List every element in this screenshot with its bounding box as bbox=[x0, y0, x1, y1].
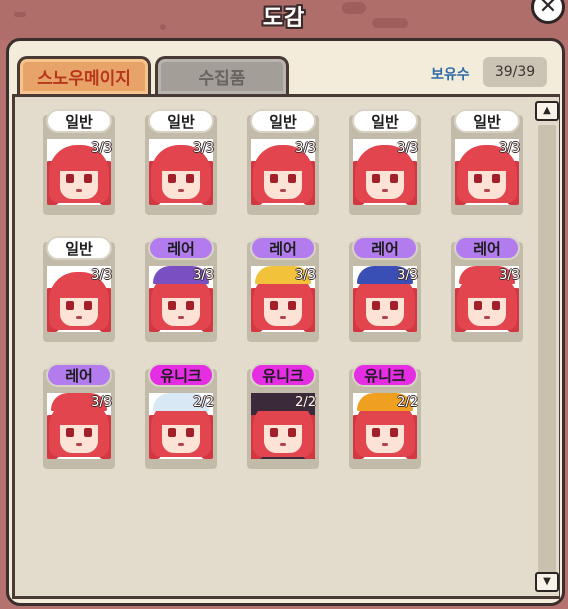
owned-count-label: 3/3 bbox=[295, 141, 316, 156]
rarity-badge: 유니크 bbox=[352, 363, 418, 387]
mouth bbox=[178, 316, 184, 319]
tab-snow-mage[interactable]: 스노우메이지 bbox=[17, 56, 151, 94]
tab-collectibles[interactable]: 수집품 bbox=[155, 56, 289, 94]
eye bbox=[390, 174, 398, 183]
item-grid-area[interactable]: 일반 3/3 일반 3/3 일반 3/3 일반 3/3 일반 3/3 일반 3/… bbox=[12, 94, 560, 599]
collection-card[interactable]: 레어 3/3 bbox=[42, 363, 116, 469]
rarity-badge: 레어 bbox=[352, 236, 418, 260]
mouth bbox=[280, 316, 286, 319]
owned-count-label: 2/2 bbox=[193, 395, 214, 410]
mouth bbox=[76, 189, 82, 192]
mouth bbox=[76, 443, 82, 446]
eye bbox=[186, 174, 194, 183]
rarity-badge: 일반 bbox=[148, 109, 214, 133]
eye bbox=[390, 301, 398, 310]
collection-card[interactable]: 유니크 2/2 bbox=[144, 363, 218, 469]
eye bbox=[288, 428, 296, 437]
eye bbox=[84, 301, 92, 310]
collection-card[interactable]: 일반 3/3 bbox=[42, 236, 116, 342]
owned-count-label: 3/3 bbox=[193, 268, 214, 283]
eye bbox=[492, 301, 500, 310]
mouth bbox=[178, 443, 184, 446]
owned-count-label: 3/3 bbox=[91, 395, 112, 410]
collection-card[interactable]: 레어 3/3 bbox=[144, 236, 218, 342]
mouth bbox=[178, 189, 184, 192]
eye bbox=[168, 428, 176, 437]
mouth bbox=[382, 316, 388, 319]
eye bbox=[270, 428, 278, 437]
eye bbox=[492, 174, 500, 183]
eye bbox=[168, 301, 176, 310]
scroll-down-button[interactable]: ▼ bbox=[535, 572, 559, 592]
collection-card[interactable]: 레어 3/3 bbox=[348, 236, 422, 342]
collection-card[interactable]: 유니크 2/2 bbox=[246, 363, 320, 469]
rarity-badge: 일반 bbox=[250, 109, 316, 133]
eye bbox=[270, 174, 278, 183]
collection-card[interactable]: 일반 3/3 bbox=[246, 109, 320, 215]
window-title: 도감 bbox=[262, 6, 306, 31]
rarity-badge: 레어 bbox=[250, 236, 316, 260]
eye bbox=[186, 428, 194, 437]
mouth bbox=[280, 189, 286, 192]
collection-card[interactable]: 일반 3/3 bbox=[144, 109, 218, 215]
collection-card[interactable]: 레어 3/3 bbox=[450, 236, 524, 342]
eye bbox=[474, 174, 482, 183]
eye bbox=[288, 174, 296, 183]
mouth bbox=[382, 443, 388, 446]
eye bbox=[84, 428, 92, 437]
rarity-badge: 일반 bbox=[352, 109, 418, 133]
owned-count: 39/39 bbox=[483, 57, 547, 87]
eye bbox=[168, 174, 176, 183]
owned-count-label: 3/3 bbox=[397, 268, 418, 283]
collection-panel: 스노우메이지 수집품 보유수 39/39 일반 3/3 일반 3/3 일반 3/… bbox=[6, 38, 565, 606]
collection-card[interactable]: 일반 3/3 bbox=[450, 109, 524, 215]
scroll-up-button[interactable]: ▲ bbox=[535, 101, 559, 121]
eye bbox=[372, 301, 380, 310]
eye bbox=[66, 301, 74, 310]
mouth bbox=[484, 316, 490, 319]
rarity-badge: 유니크 bbox=[250, 363, 316, 387]
collection-card[interactable]: 유니크 2/2 bbox=[348, 363, 422, 469]
arrow-down-icon: ▼ bbox=[543, 576, 551, 587]
eye bbox=[66, 174, 74, 183]
eye bbox=[390, 428, 398, 437]
owned-count-label: 3/3 bbox=[499, 268, 520, 283]
rarity-badge: 일반 bbox=[46, 236, 112, 260]
owned-count-label: 2/2 bbox=[295, 395, 316, 410]
rarity-badge: 일반 bbox=[46, 109, 112, 133]
owned-count-label: 3/3 bbox=[91, 141, 112, 156]
owned-label: 보유수 bbox=[431, 67, 470, 83]
rarity-badge: 일반 bbox=[454, 109, 520, 133]
arrow-up-icon: ▲ bbox=[543, 105, 551, 116]
owned-count-label: 3/3 bbox=[499, 141, 520, 156]
mouth bbox=[484, 189, 490, 192]
rarity-badge: 레어 bbox=[454, 236, 520, 260]
eye bbox=[186, 301, 194, 310]
rarity-badge: 레어 bbox=[148, 236, 214, 260]
eye bbox=[372, 174, 380, 183]
mouth bbox=[76, 316, 82, 319]
collection-card[interactable]: 일반 3/3 bbox=[42, 109, 116, 215]
rarity-badge: 유니크 bbox=[148, 363, 214, 387]
eye bbox=[474, 301, 482, 310]
eye bbox=[84, 174, 92, 183]
collection-card[interactable]: 일반 3/3 bbox=[348, 109, 422, 215]
eye bbox=[372, 428, 380, 437]
owned-count-label: 3/3 bbox=[295, 268, 316, 283]
mouth bbox=[382, 189, 388, 192]
eye bbox=[270, 301, 278, 310]
owned-count-label: 2/2 bbox=[397, 395, 418, 410]
owned-count-label: 3/3 bbox=[397, 141, 418, 156]
scrollbar-thumb[interactable] bbox=[538, 125, 556, 575]
owned-count-label: 3/3 bbox=[193, 141, 214, 156]
owned-count-label: 3/3 bbox=[91, 268, 112, 283]
collection-card[interactable]: 레어 3/3 bbox=[246, 236, 320, 342]
mouth bbox=[280, 443, 286, 446]
eye bbox=[66, 428, 74, 437]
close-icon: ✕ bbox=[538, 0, 558, 19]
eye bbox=[288, 301, 296, 310]
rarity-badge: 레어 bbox=[46, 363, 112, 387]
